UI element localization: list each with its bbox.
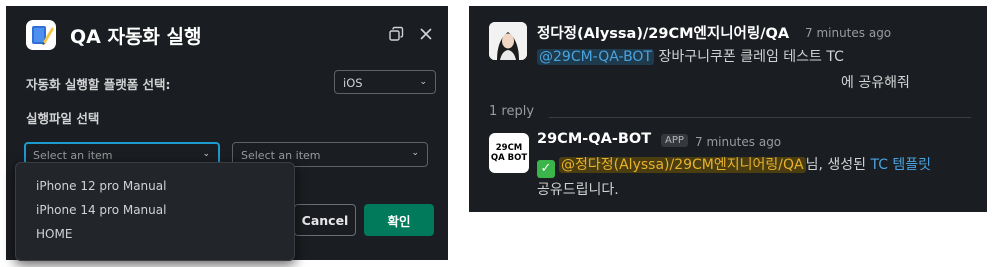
- bot-mention[interactable]: @29CM-QA-BOT: [537, 49, 655, 65]
- notes-app-icon: [26, 20, 56, 50]
- platform-select[interactable]: iOS ⌄: [334, 70, 436, 94]
- bot-name[interactable]: 29CM-QA-BOT: [537, 131, 651, 147]
- message-timestamp[interactable]: 7 minutes ago: [805, 26, 891, 40]
- bot-reply-text-continued: 공유드립니다.: [537, 182, 619, 198]
- platform-value: iOS: [343, 76, 363, 90]
- reply-body: 님, 생성된: [805, 157, 871, 173]
- select-placeholder: Select an item: [241, 149, 321, 162]
- bot-avatar-line1: 29CM: [495, 143, 523, 153]
- message-thread-panel: 정다정(Alyssa)/29CM엔지니어링/QA 7 minutes ago @…: [469, 6, 987, 212]
- sender-name[interactable]: 정다정(Alyssa)/29CM엔지니어링/QA: [537, 22, 789, 43]
- modal-title: QA 자동화 실행: [70, 26, 202, 48]
- user-mention[interactable]: @정다정(Alyssa)/29CM엔지니어링/QA: [559, 157, 806, 173]
- qa-automation-modal: QA 자동화 실행 자동화 실행할 플랫폼 선택: iOS ⌄ 실행파일 선택 …: [6, 6, 448, 261]
- tc-template-link[interactable]: TC 템플릿: [870, 157, 931, 173]
- reply-divider: [549, 117, 971, 118]
- message-text-continued: 에 공유해줘: [841, 75, 910, 91]
- bot-avatar[interactable]: 29CM QA BOT: [489, 133, 529, 173]
- check-mark-icon: ✓: [537, 160, 555, 178]
- dropdown-item[interactable]: HOME: [36, 227, 72, 241]
- chevron-down-icon: ⌄: [419, 77, 427, 87]
- chevron-down-icon: ⌄: [202, 149, 210, 159]
- dropdown-item[interactable]: iPhone 12 pro Manual: [36, 179, 166, 193]
- reply-count[interactable]: 1 reply: [489, 104, 534, 119]
- avatar-photo[interactable]: [489, 22, 527, 60]
- platform-label: 자동화 실행할 플랫폼 선택:: [26, 77, 171, 92]
- copy-window-icon[interactable]: [388, 26, 404, 42]
- message-text: @29CM-QA-BOT 장바구니쿠폰 클레임 테스트 TC: [537, 46, 844, 66]
- bot-reply-text: ✓ @정다정(Alyssa)/29CM엔지니어링/QA 님, 생성된 TC 템플릿: [537, 154, 931, 178]
- bot-avatar-line2: QA BOT: [490, 153, 528, 163]
- file-label: 실행파일 선택: [26, 111, 100, 126]
- message-body: 장바구니쿠폰 클레임 테스트 TC: [654, 49, 844, 65]
- app-badge: APP: [661, 134, 688, 147]
- select-placeholder: Select an item: [33, 149, 113, 162]
- confirm-button[interactable]: 확인: [364, 204, 434, 236]
- dropdown-item[interactable]: iPhone 14 pro Manual: [36, 203, 166, 217]
- chevron-down-icon: ⌄: [411, 148, 419, 158]
- close-icon[interactable]: [418, 26, 434, 42]
- bot-timestamp[interactable]: 7 minutes ago: [695, 135, 781, 149]
- select-dropdown-menu: iPhone 12 pro Manual iPhone 14 pro Manua…: [15, 162, 295, 261]
- cancel-button[interactable]: Cancel: [294, 204, 356, 236]
